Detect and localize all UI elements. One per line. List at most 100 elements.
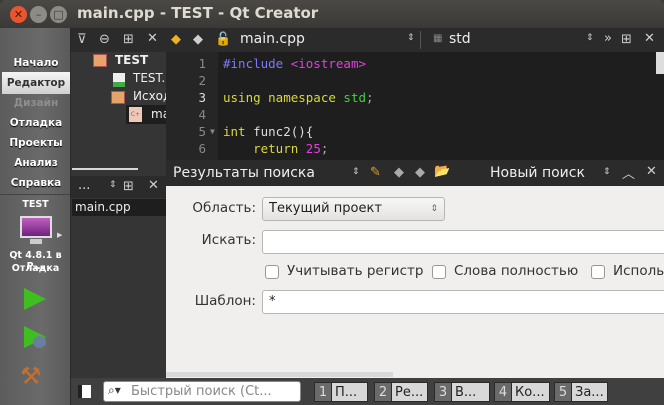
toggle-sidebar-button[interactable] <box>78 385 91 398</box>
whole-words-checkbox[interactable] <box>432 265 446 279</box>
output-pane-tab[interactable]: 2 Ре... <box>374 382 428 402</box>
lock-icon: 🔓 <box>215 32 232 47</box>
tab-number: 3 <box>434 382 452 402</box>
close-icon[interactable]: ✕ <box>646 164 657 179</box>
mode-bar: Начало Редактор Дизайн Отладка Проекты А… <box>0 28 71 405</box>
tab-label: В... <box>452 382 490 402</box>
tab-number: 4 <box>494 382 512 402</box>
tree-root[interactable]: TEST <box>115 53 148 67</box>
search-form: Область: Текущий проект ⇕ Искать: Учитыва… <box>166 186 664 378</box>
close-icon[interactable]: ✕ <box>148 178 159 193</box>
mode-editor[interactable]: Редактор <box>2 72 70 94</box>
search-results-header: Результаты поиска ⇕ ✎ ◆ ◆ 📂 Новый поиск … <box>166 160 664 186</box>
code-token: <iostream> <box>290 56 366 71</box>
updown-icon: ⇕ <box>586 33 594 43</box>
line-number: 3 <box>198 90 206 105</box>
code-line: int func2(){ <box>223 124 313 139</box>
more-icon[interactable]: » <box>604 31 612 46</box>
horizontal-scrollbar[interactable] <box>166 372 393 377</box>
code-token: std <box>343 90 366 105</box>
whole-words-label[interactable]: Слова полностью <box>454 263 578 279</box>
code-line: using namespace std; <box>223 90 374 105</box>
document-selector[interactable]: main.cpp <box>240 31 305 47</box>
scope-combobox[interactable]: Текущий проект ⇕ <box>262 197 445 221</box>
close-icon[interactable]: ✕ <box>147 31 158 46</box>
new-search-selector[interactable]: Новый поиск <box>490 165 585 181</box>
regex-label[interactable]: Исполь <box>613 263 664 279</box>
pattern-input[interactable]: * <box>262 290 664 314</box>
search-icon: ⌕▾ <box>108 383 121 397</box>
pattern-label: Шаблон: <box>194 293 256 309</box>
find-input[interactable] <box>262 230 664 254</box>
output-pane-tab[interactable]: 3 В... <box>434 382 490 402</box>
prev-icon[interactable]: ◆ <box>394 165 404 180</box>
open-docs-selector[interactable]: ... <box>78 178 90 193</box>
back-arrow-icon[interactable]: ◆ <box>171 32 181 47</box>
maximize-pane-icon[interactable]: ︿ <box>622 163 635 182</box>
split-icon[interactable]: ⊞ <box>621 32 632 47</box>
kit-build: Отладка <box>11 263 60 274</box>
tab-label: Ко... <box>512 382 550 402</box>
line-number: 6 <box>198 141 206 156</box>
filter-icon[interactable]: ⊽ <box>77 32 87 47</box>
line-number: 1 <box>198 56 206 71</box>
output-pane-tab[interactable]: 4 Ко... <box>494 382 550 402</box>
quick-search-input[interactable]: ⌕▾ Быстрый поиск (Ct... <box>103 381 301 402</box>
updown-icon[interactable]: ⇕ <box>109 180 117 190</box>
output-pane-tab[interactable]: 1 П... <box>314 382 368 402</box>
code-token: func2(){ <box>253 124 314 139</box>
regex-checkbox[interactable] <box>591 265 605 279</box>
minimize-button[interactable]: – <box>30 6 47 23</box>
project-icon <box>93 54 107 67</box>
mode-projects[interactable]: Проекты <box>2 132 70 154</box>
code-line: return 25; <box>223 141 328 156</box>
code-line: #include <iostream> <box>223 56 366 71</box>
mode-welcome[interactable]: Начало <box>2 52 70 74</box>
code-token: ; <box>320 141 329 156</box>
next-icon[interactable]: ◆ <box>415 165 425 180</box>
tab-number: 1 <box>314 382 332 402</box>
folder-icon <box>111 91 125 104</box>
tab-number: 2 <box>374 382 392 402</box>
split-icon[interactable]: ⊞ <box>123 179 134 194</box>
code-token: using namespace <box>223 90 344 105</box>
code-token: int <box>223 124 254 139</box>
window-title: main.cpp - TEST - Qt Creator <box>77 4 319 22</box>
tab-label: П... <box>332 382 368 402</box>
tab-label: Ре... <box>392 382 428 402</box>
mode-debug[interactable]: Отладка <box>2 112 70 134</box>
scope-value: Текущий проект <box>269 201 382 216</box>
tab-number: 5 <box>554 382 572 402</box>
code-token: #include <box>223 56 291 71</box>
split-icon[interactable]: ⊞ <box>123 32 134 47</box>
run-icon[interactable] <box>24 288 46 310</box>
mode-help[interactable]: Справка <box>2 172 70 194</box>
code-editor[interactable]: ▼ 1 #include <iostream> 2 3 using namespace … <box>166 52 664 160</box>
maximize-button[interactable]: □ <box>50 6 67 23</box>
case-sensitive-label[interactable]: Учитывать регистр <box>287 263 423 279</box>
updown-icon: ⇕ <box>407 33 415 43</box>
code-token: 25 <box>305 141 321 156</box>
close-window-button[interactable]: ✕ <box>10 6 27 23</box>
case-sensitive-checkbox[interactable] <box>265 265 279 279</box>
forward-arrow-icon[interactable]: ◆ <box>193 32 203 47</box>
code-token: return <box>223 141 306 156</box>
build-hammer-icon[interactable]: ⚒ <box>20 362 42 390</box>
project-panel: ⊽ ⊖ ⊞ ✕ TEST TEST.p Исход C+ ma <box>71 28 173 173</box>
open-folder-icon[interactable]: 📂 <box>434 164 450 179</box>
symbol-selector[interactable]: std <box>449 31 471 47</box>
open-doc-item[interactable]: main.cpp <box>75 200 131 214</box>
output-pane-selector[interactable]: Результаты поиска <box>173 165 315 181</box>
output-pane-tab[interactable]: 5 За... <box>554 382 608 402</box>
sync-icon[interactable]: ⊖ <box>99 32 110 47</box>
open-documents-panel: ... ⇕ ⊞ ✕ main.cpp <box>71 170 166 378</box>
cpp-file-icon: C+ <box>129 107 142 122</box>
close-icon[interactable]: ✕ <box>644 31 655 46</box>
mode-design[interactable]: Дизайн <box>2 92 70 114</box>
mode-analyze[interactable]: Анализ <box>2 152 70 174</box>
vertical-scrollbar[interactable] <box>656 52 664 74</box>
monitor-icon[interactable] <box>20 216 52 238</box>
pro-file-icon <box>113 73 125 87</box>
kit-selector-arrow-icon[interactable]: ▶ <box>57 231 62 239</box>
clear-icon[interactable]: ✎ <box>370 165 381 180</box>
